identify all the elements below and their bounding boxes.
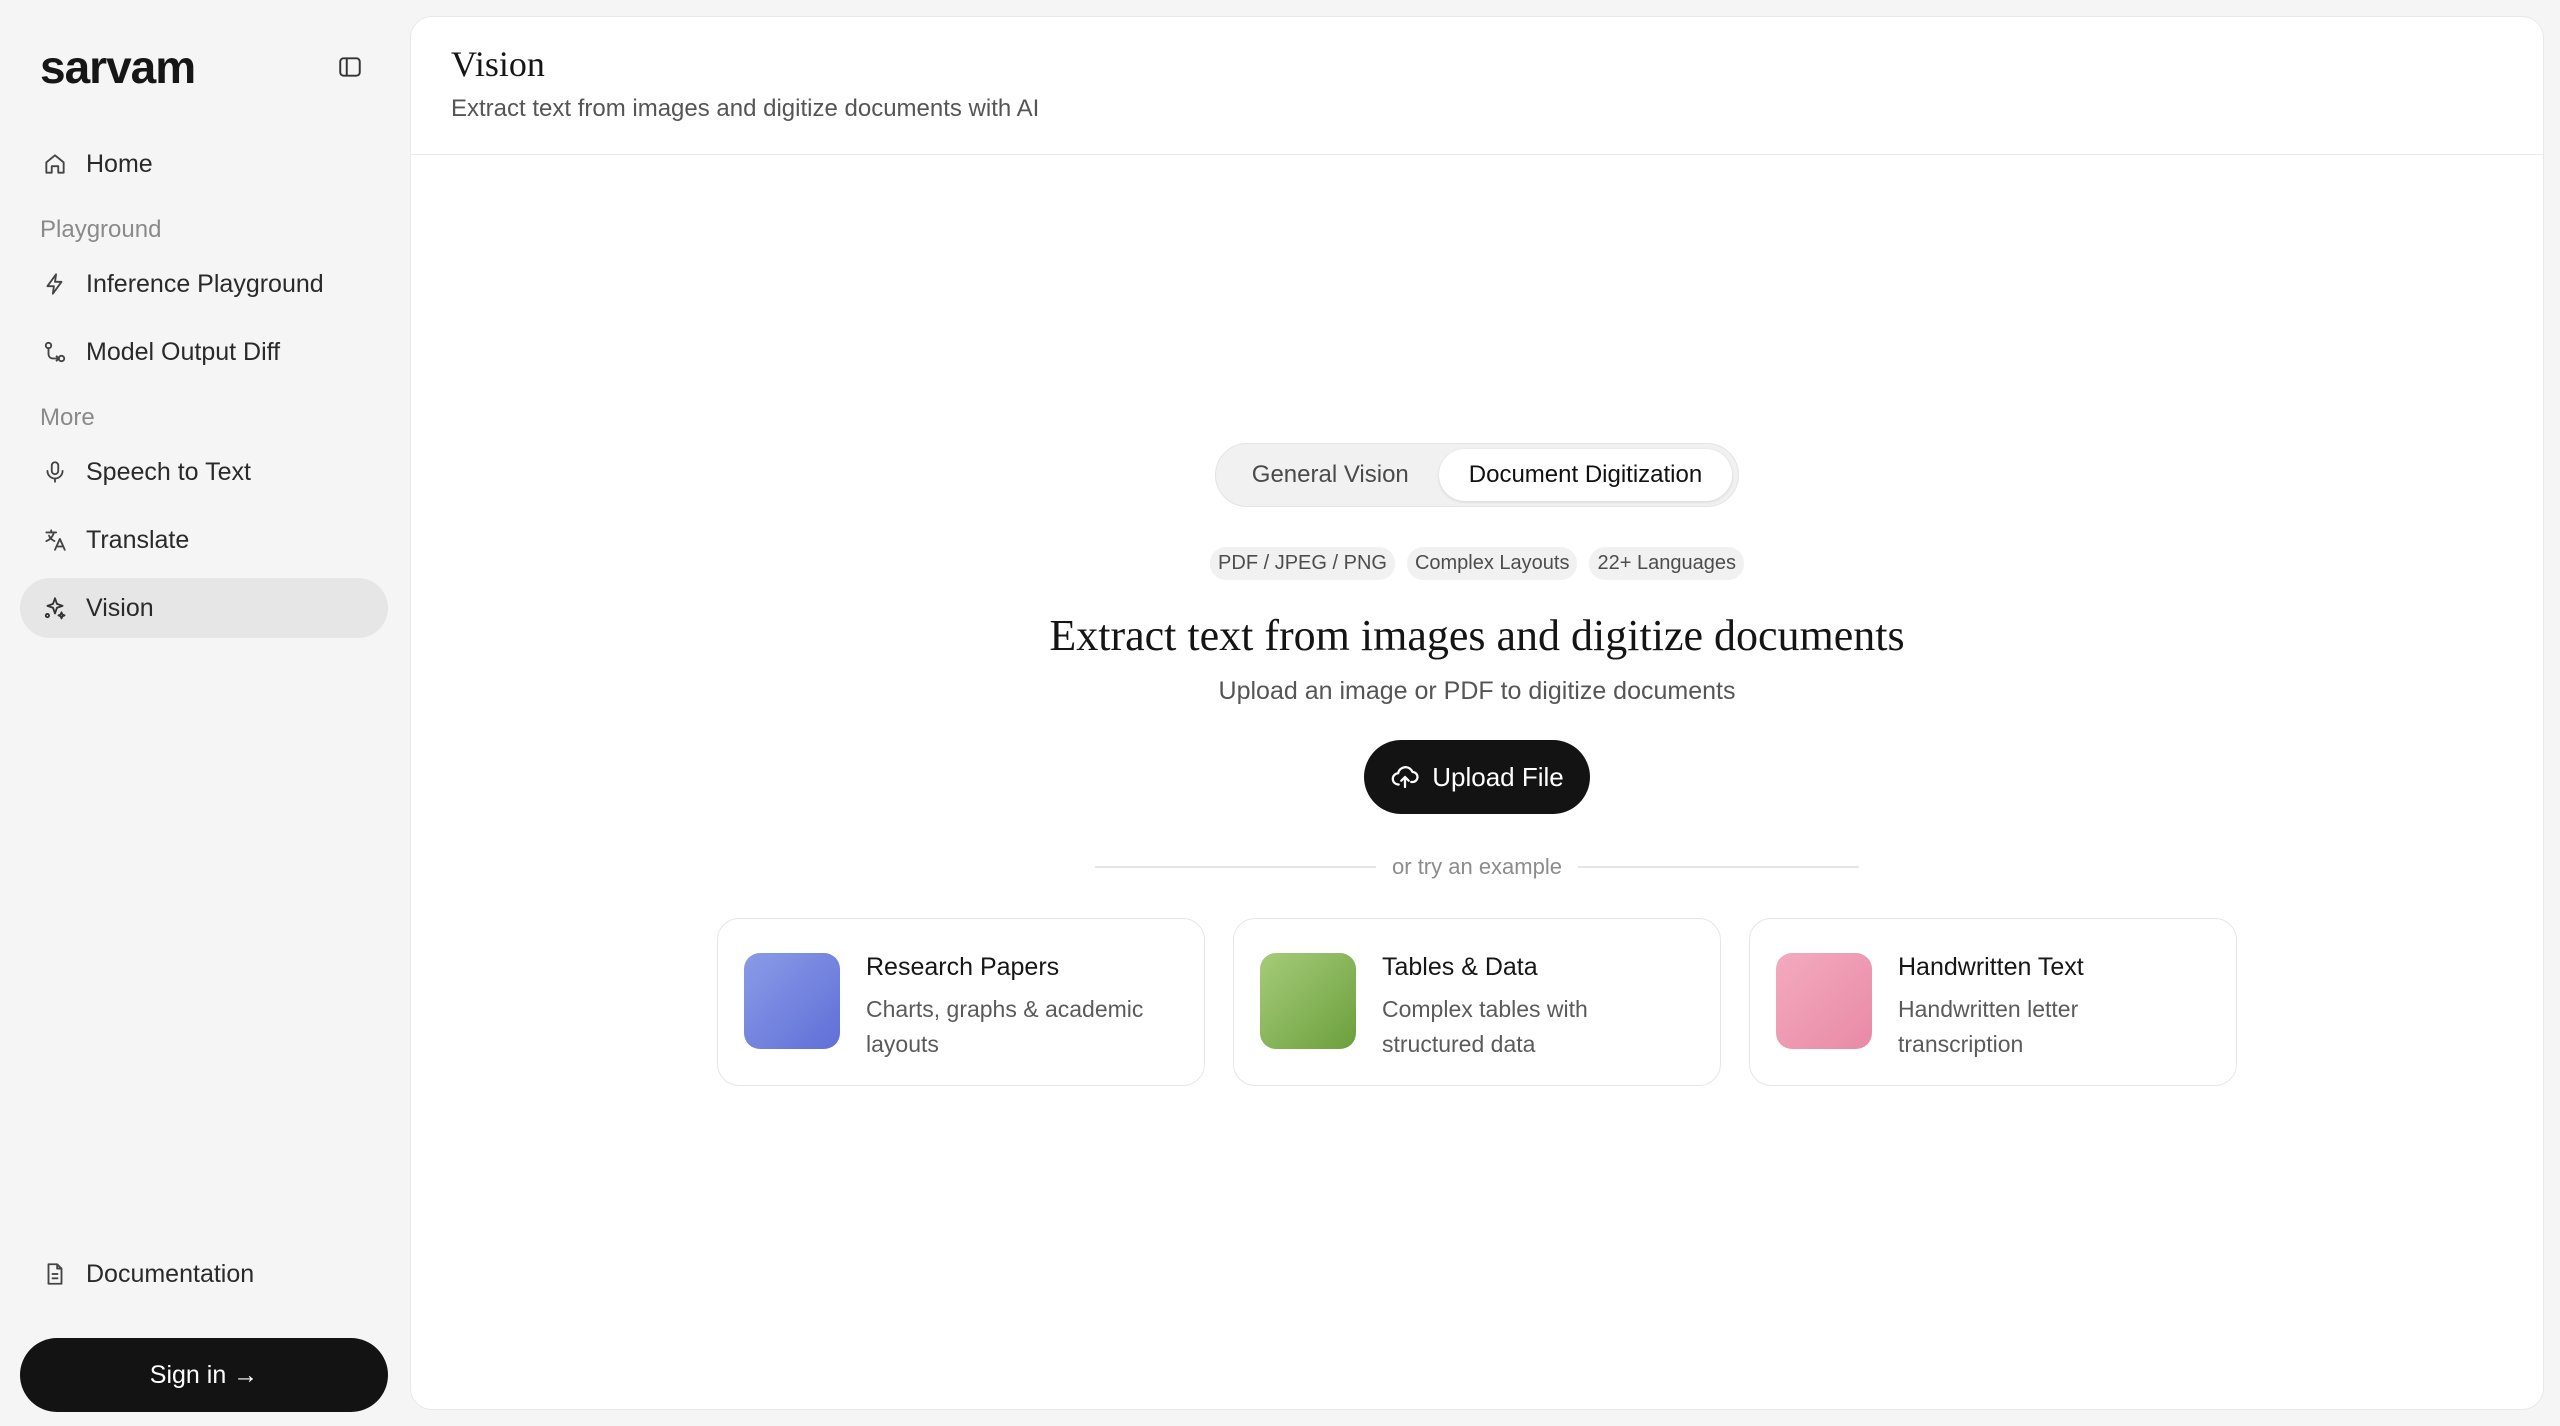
git-diff-icon [40,337,70,367]
upload-file-label: Upload File [1432,761,1564,792]
feature-chips: PDF / JPEG / PNG Complex Layouts 22+ Lan… [1210,547,1744,580]
sidebar-bottom: Documentation Sign in → [20,1244,388,1412]
home-icon [40,149,70,179]
page-title: Vision [451,44,545,84]
sidebar-item-label: Vision [86,593,154,622]
main-panel: Vision Extract text from images and digi… [410,16,2544,1410]
example-cards: Research Papers Charts, graphs & academi… [717,918,2237,1086]
document-icon [40,1259,70,1289]
example-title: Tables & Data [1382,953,1538,981]
example-title: Research Papers [866,953,1060,981]
example-thumbnail [1260,953,1356,1049]
sidebar-item-label: Documentation [86,1259,255,1288]
sidebar: sarvam Home Playground Inference Playgro… [0,0,408,1426]
sidebar-item-home[interactable]: Home [20,134,388,194]
translate-icon [40,525,70,555]
section-label-playground: Playground [40,216,162,243]
sidebar-item-speech-to-text[interactable]: Speech to Text [20,442,388,502]
upload-file-button[interactable]: Upload File [1364,740,1590,814]
tab-document-digitization[interactable]: Document Digitization [1438,449,1733,501]
sparkles-icon [40,593,70,623]
example-thumbnail [744,953,840,1049]
sidebar-item-model-output-diff[interactable]: Model Output Diff [20,322,388,382]
page-subtitle: Extract text from images and digitize do… [451,95,1040,122]
divider-text: or try an example [1392,854,1562,879]
chip-formats: PDF / JPEG / PNG [1210,547,1395,580]
chip-languages: 22+ Languages [1589,547,1744,580]
example-card-tables-data[interactable]: Tables & Data Complex tables with struct… [1233,918,1721,1086]
lightning-icon [40,269,70,299]
sidebar-item-documentation[interactable]: Documentation [20,1244,388,1304]
sidebar-item-label: Translate [86,525,190,554]
example-description: Handwritten letter transcription [1898,996,2079,1057]
hero-subline: Upload an image or PDF to digitize docum… [1218,677,1736,705]
page-header: Vision Extract text from images and digi… [411,17,2543,155]
sign-in-button[interactable]: Sign in → [20,1338,388,1412]
example-card-handwritten-text[interactable]: Handwritten Text Handwritten letter tran… [1749,918,2237,1086]
example-description: Complex tables with structured data [1382,996,1588,1057]
chip-layouts: Complex Layouts [1406,547,1578,580]
sidebar-toggle-icon[interactable] [332,49,368,85]
sidebar-item-label: Home [86,149,153,178]
example-card-research-papers[interactable]: Research Papers Charts, graphs & academi… [717,918,1205,1086]
sidebar-item-label: Speech to Text [86,457,251,486]
example-description: Charts, graphs & academic layouts [866,996,1144,1057]
sidebar-item-translate[interactable]: Translate [20,510,388,570]
cloud-upload-icon [1390,762,1420,792]
logo[interactable]: sarvam [40,40,196,94]
section-label-more: More [40,404,95,431]
examples-divider: or try an example [1095,854,1859,880]
sidebar-item-vision[interactable]: Vision [20,578,388,638]
hero-headline: Extract text from images and digitize do… [1049,611,1905,660]
brand-row: sarvam [20,0,388,134]
sidebar-item-inference-playground[interactable]: Inference Playground [20,254,388,314]
vision-hero: General Vision Document Digitization PDF… [411,443,2543,1086]
sidebar-item-label: Inference Playground [86,269,324,298]
sidebar-item-label: Model Output Diff [86,337,281,366]
example-title: Handwritten Text [1898,953,2084,981]
microphone-icon [40,457,70,487]
tab-general-vision[interactable]: General Vision [1222,449,1439,501]
example-thumbnail [1776,953,1872,1049]
mode-switcher: General Vision Document Digitization [1214,443,1740,507]
